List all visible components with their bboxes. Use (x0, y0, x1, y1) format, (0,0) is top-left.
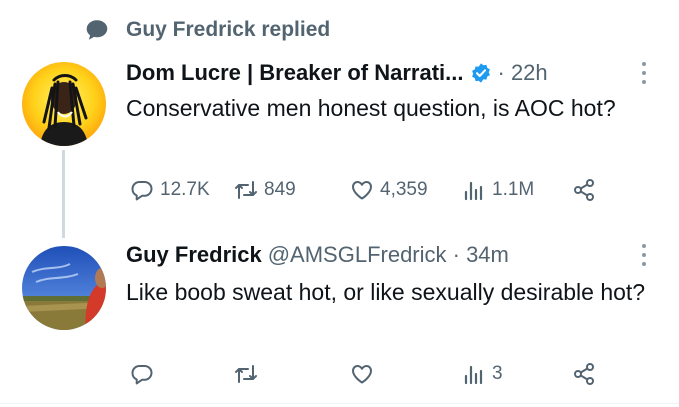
share-icon (574, 179, 594, 201)
retweet-button[interactable]: 849 (234, 176, 296, 204)
retweet-count: 849 (264, 179, 296, 200)
reply-count: 12.7K (160, 179, 210, 200)
views-icon (464, 365, 483, 385)
retweet-button[interactable] (234, 360, 264, 388)
divider (0, 403, 679, 404)
reply-icon (131, 365, 153, 385)
avatar[interactable] (22, 246, 106, 330)
like-icon (352, 181, 372, 200)
share-icon (574, 363, 594, 385)
more-icon[interactable] (641, 62, 647, 84)
display-name[interactable]: Guy Fredrick (126, 242, 262, 268)
tweet-header: Dom Lucre | Breaker of Narrati... · 22h (126, 58, 548, 88)
tweet-header: Guy Fredrick @AMSGLFredrick · 34m (126, 240, 509, 270)
reply-icon (131, 181, 153, 201)
more-icon[interactable] (641, 244, 647, 266)
views-icon (464, 181, 483, 201)
reply-context[interactable]: Guy Fredrick replied (84, 14, 330, 46)
tweet-text: Like boob sweat hot, or like sexually de… (126, 279, 646, 305)
view-count: 3 (492, 363, 503, 384)
reply-button[interactable] (130, 360, 160, 388)
verified-badge-icon[interactable] (470, 62, 492, 84)
view-count: 1.1M (492, 179, 535, 200)
share-button[interactable] (572, 360, 596, 388)
like-icon (352, 365, 372, 384)
tweet-handle-timestamp[interactable]: @AMSGLFredrick · 34m (268, 242, 509, 268)
reply-button[interactable]: 12.7K (130, 176, 210, 204)
speech-bubble-icon (86, 20, 108, 40)
like-button[interactable] (350, 360, 380, 388)
views-button[interactable]: 1.1M (462, 176, 534, 204)
avatar[interactable] (22, 62, 106, 146)
display-name[interactable]: Dom Lucre | Breaker of Narrati... (126, 60, 464, 86)
like-count: 4,359 (380, 179, 428, 200)
tweet-text: Conservative men honest question, is AOC… (126, 95, 616, 121)
reply-context-label: Guy Fredrick replied (126, 18, 331, 41)
like-button[interactable]: 4,359 (350, 176, 428, 204)
retweet-icon (235, 365, 257, 383)
retweet-icon (235, 181, 257, 199)
thread-line (62, 150, 65, 238)
tweet-timestamp[interactable]: · 22h (498, 60, 548, 86)
share-button[interactable] (572, 176, 596, 204)
views-button[interactable]: 3 (462, 360, 503, 388)
